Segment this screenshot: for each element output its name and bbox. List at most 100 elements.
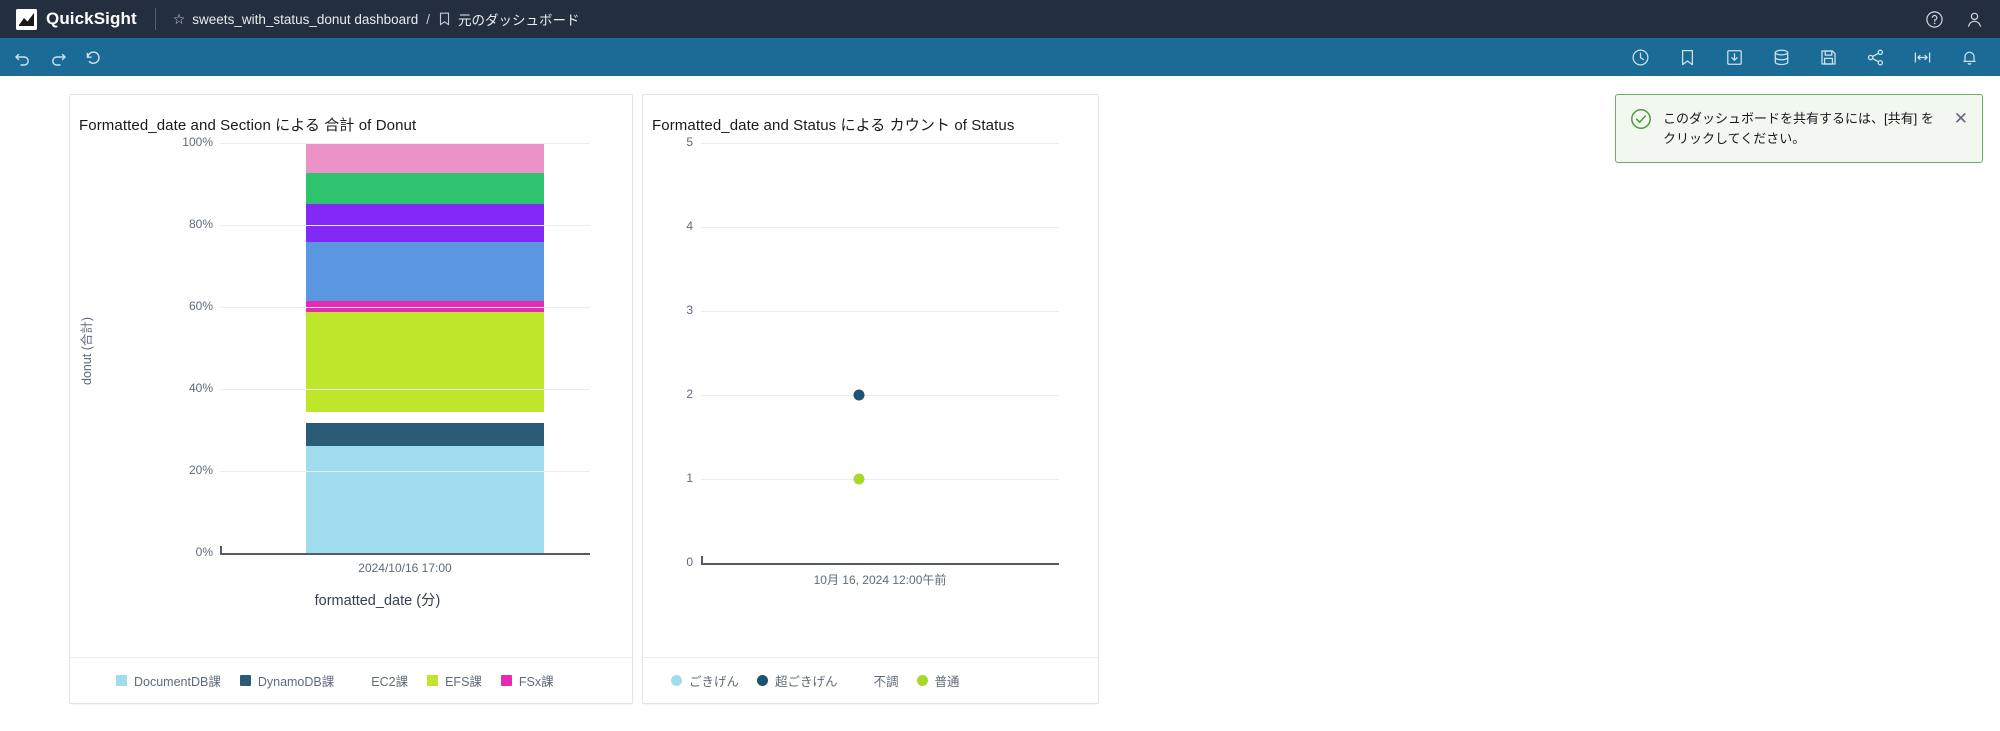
gridline	[701, 479, 1059, 480]
bar-chart-plot-area: donut (合計) 100% 80% 60% 40% 20% 0% 2024/10/16…	[70, 135, 634, 623]
bar-segment[interactable]	[306, 143, 544, 173]
legend-item[interactable]: 超ごきげん	[757, 671, 838, 690]
legend-label: DocumentDB課	[134, 675, 221, 689]
bell-icon[interactable]	[1956, 44, 1982, 70]
bar-chart-y-tick-label: 100%	[182, 135, 213, 149]
gridline	[701, 227, 1059, 228]
scatter-chart-x-tick-label: 10月 16, 2024 12:00午前	[813, 573, 947, 587]
scatter-chart-y-tick-label: 5	[686, 135, 693, 149]
topbar-actions	[1925, 0, 1984, 38]
dashboard-canvas: Formatted_date and Section による 合計 of Don…	[0, 76, 2000, 731]
dataset-icon[interactable]	[1768, 44, 1794, 70]
canvas-gutter	[56, 76, 57, 731]
legend-label: ごきげん	[689, 675, 740, 689]
legend-swatch-icon	[757, 675, 769, 686]
breadcrumb-dashboard-name[interactable]: sweets_with_status_donut dashboard	[192, 12, 418, 27]
undo-button[interactable]	[10, 44, 36, 70]
gridline	[701, 311, 1059, 312]
legend-swatch-icon	[353, 675, 364, 686]
fit-width-icon[interactable]	[1909, 44, 1935, 70]
bar-chart-x-axis-line	[220, 553, 590, 555]
user-account-icon[interactable]	[1965, 10, 1984, 29]
legend-swatch-icon	[427, 675, 439, 686]
bar-segment[interactable]	[306, 172, 544, 204]
bar-segment[interactable]	[306, 422, 544, 446]
legend-swatch-icon	[116, 675, 127, 686]
scatter-chart-x-axis-line	[701, 563, 1059, 565]
gridline	[701, 143, 1059, 144]
legend-label: EC2課	[371, 675, 409, 689]
legend-item[interactable]: DocumentDB課	[116, 671, 221, 690]
save-icon[interactable]	[1815, 44, 1841, 70]
legend-swatch-icon	[916, 675, 928, 686]
visual-scatter-chart[interactable]: Formatted_date and Status による カウント of St…	[642, 94, 1099, 704]
visual-stacked-bar-chart[interactable]: Formatted_date and Section による 合計 of Don…	[69, 94, 633, 704]
scatter-chart-y-tick-label: 2	[686, 387, 693, 401]
breadcrumb-sheet-name[interactable]: 元のダッシュボード	[458, 9, 580, 29]
gridline	[220, 389, 590, 390]
scatter-chart-y-tick-label: 4	[686, 219, 693, 233]
legend-item[interactable]: 普通	[916, 671, 960, 690]
bar-chart-y-tick-label: 0%	[195, 545, 213, 559]
legend-label: DynamoDB課	[257, 675, 335, 689]
bar-chart-y-tick-label: 40%	[188, 381, 213, 395]
dashboard-toolbar	[0, 38, 2000, 76]
breadcrumb-separator: /	[426, 11, 430, 27]
gridline	[220, 143, 590, 144]
visual-title-scatter-chart: Formatted_date and Status による カウント of St…	[652, 117, 1015, 134]
legend-item[interactable]: 不調	[856, 671, 899, 690]
divider	[154, 8, 156, 30]
breadcrumb: ☆ sweets_with_status_donut dashboard / 元…	[173, 9, 580, 29]
scatter-chart-plot-area: 5 4 3 2 1 0 10月 16, 2024 12:00午前	[643, 135, 1100, 623]
legend-item[interactable]: DynamoDB課	[239, 671, 335, 690]
gridline	[220, 225, 590, 226]
scatter-chart-grid: 5 4 3 2 1 0	[663, 135, 1083, 569]
scatter-point[interactable]	[853, 473, 865, 485]
bar-segment[interactable]	[306, 445, 544, 553]
bar-chart-legend: DocumentDB課 DynamoDB課 EC2課 EFS課 FSx課	[70, 657, 632, 703]
gridline	[220, 307, 590, 308]
bar-chart-y-tick-label: 60%	[188, 299, 213, 313]
bar-segment[interactable]	[306, 412, 544, 423]
history-clock-icon[interactable]	[1627, 44, 1653, 70]
bar-segment[interactable]	[306, 311, 544, 412]
bar-chart-x-tick-label: 2024/10/16 17:00	[358, 561, 452, 575]
legend-item[interactable]: EFS課	[427, 671, 482, 690]
legend-label: EFS課	[445, 675, 482, 689]
bar-chart-axis-origin-tick	[220, 546, 222, 555]
bar-segment[interactable]	[306, 242, 544, 302]
redo-button[interactable]	[45, 44, 71, 70]
download-icon[interactable]	[1721, 44, 1747, 70]
legend-item[interactable]: EC2課	[353, 671, 408, 690]
gridline	[220, 471, 590, 472]
scatter-chart-y-tick-label: 0	[686, 555, 693, 569]
star-favorite-icon[interactable]: ☆	[173, 12, 186, 26]
check-circle-icon	[1630, 108, 1652, 135]
legend-swatch-icon	[671, 675, 682, 686]
share-notification-toast: このダッシュボードを共有するには、[共有] をクリックしてください。 ✕	[1615, 94, 1983, 164]
bar-segment[interactable]	[306, 203, 544, 243]
visual-title-bar-chart: Formatted_date and Section による 合計 of Don…	[79, 117, 417, 134]
legend-swatch-icon	[856, 675, 867, 686]
bar-chart-x-axis-title: formatted_date (分)	[314, 593, 441, 609]
scatter-chart-y-tick-label: 3	[686, 303, 693, 317]
bar-chart-y-axis-title: donut (合計)	[80, 316, 94, 385]
toolbar-right-actions	[1627, 38, 1982, 76]
sheet-icon	[438, 12, 451, 26]
quicksight-home-link[interactable]: QuickSight	[16, 8, 137, 30]
share-icon[interactable]	[1862, 44, 1888, 70]
scatter-point[interactable]	[854, 138, 865, 149]
stacked-bar[interactable]	[306, 143, 544, 553]
scatter-chart-legend: ごきげん 超ごきげん 不調 普通	[643, 657, 1098, 703]
legend-item[interactable]: ごきげん	[671, 671, 739, 690]
help-circle-icon[interactable]	[1925, 10, 1944, 29]
legend-label: 不調	[873, 675, 899, 689]
bookmark-icon[interactable]	[1674, 44, 1700, 70]
reset-button[interactable]	[80, 44, 106, 70]
legend-item[interactable]: FSx課	[500, 671, 554, 690]
visuals-container: Formatted_date and Section による 合計 of Don…	[0, 94, 2000, 704]
close-icon[interactable]: ✕	[1950, 108, 1970, 127]
app-name: QuickSight	[46, 9, 137, 28]
scatter-point[interactable]	[853, 389, 865, 401]
bar-chart-y-tick-label: 80%	[188, 217, 213, 231]
